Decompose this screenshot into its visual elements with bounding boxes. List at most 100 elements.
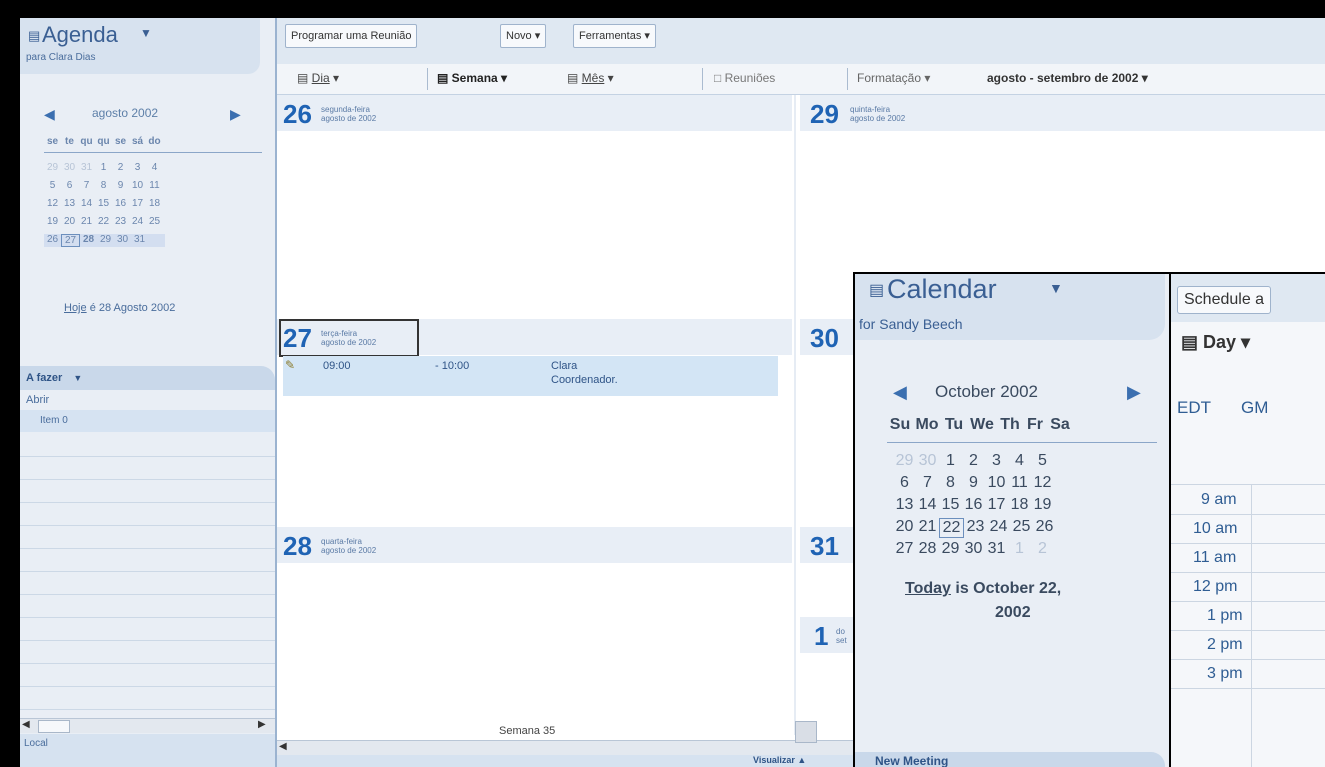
mini-day[interactable]: 7 [78,180,95,191]
mini-day[interactable]: 29 [939,540,962,558]
mini-day[interactable]: 29 [44,162,61,173]
todo-item[interactable]: Item 0 [20,410,275,432]
event-block[interactable]: ✎ 09:00 - 10:00 Clara Coordenador. [283,356,778,396]
time-slot[interactable]: 12 pm [1171,573,1325,602]
mini-day[interactable]: 10 [129,180,146,191]
format-menu[interactable]: Formatação ▾ [857,71,930,85]
mini-day[interactable] [148,234,165,247]
mini-day[interactable]: 8 [95,180,112,191]
mini-day[interactable]: 23 [112,216,129,227]
tab-meetings[interactable]: □ Reuniões [714,71,775,85]
mini-day[interactable]: 26 [1033,518,1056,538]
mini-day[interactable]: 2 [1031,540,1054,558]
scroll-thumb[interactable] [795,721,817,743]
tab-month[interactable]: ▤ Mês ▾ [567,71,614,85]
prev-month-icon[interactable]: ◀ [893,382,907,403]
mini-day[interactable]: 25 [1010,518,1033,538]
mini-day-selected[interactable]: 27 [61,234,80,247]
tools-button[interactable]: Ferramentas ▾ [573,24,656,48]
schedule-meeting-button[interactable]: Programar uma Reunião [285,24,418,48]
mini-day[interactable]: 16 [112,198,129,209]
tab-day[interactable]: ▤ Day ▾ [1181,332,1250,353]
bottom-section-header[interactable]: New Meeting [855,752,1165,767]
mini-day[interactable]: 14 [78,198,95,209]
mini-day[interactable]: 29 [97,234,114,247]
scroll-right-icon[interactable]: ▶ [258,719,266,730]
time-slot[interactable]: 11 am [1171,544,1325,573]
grid-hscroll[interactable]: ◀ [277,721,853,755]
mini-day[interactable]: 27 [893,540,916,558]
scroll-left-icon[interactable]: ◀ [22,719,30,730]
date-range[interactable]: agosto - setembro de 2002 ▾ [987,71,1148,85]
day-header-29[interactable]: 29 quinta-feira agosto de 2002 [800,95,1325,131]
time-slot[interactable]: 10 am [1171,515,1325,544]
mini-day[interactable]: 6 [61,180,78,191]
mini-day[interactable]: 22 [95,216,112,227]
mini-day[interactable]: 29 [893,452,916,470]
title-dropdown-icon[interactable]: ▼ [140,26,152,40]
mini-day[interactable]: 20 [893,518,916,538]
mini-day[interactable]: 2 [962,452,985,470]
mini-day[interactable]: 20 [61,216,78,227]
mini-day[interactable]: 10 [985,474,1008,492]
next-month-icon[interactable]: ▶ [1127,382,1141,403]
mini-day[interactable]: 5 [44,180,61,191]
mini-day[interactable]: 14 [916,496,939,514]
mini-day[interactable]: 30 [962,540,985,558]
mini-day[interactable]: 24 [987,518,1010,538]
mini-day[interactable]: 18 [1008,496,1031,514]
mini-day[interactable]: 19 [44,216,61,227]
mini-day[interactable]: 30 [61,162,78,173]
mini-day[interactable]: 31 [78,162,95,173]
mini-day[interactable]: 28 [916,540,939,558]
mini-day[interactable]: 31 [985,540,1008,558]
today-link[interactable]: Today [905,580,951,597]
day-header-28[interactable]: 28 quarta-feira agosto de 2002 [277,527,792,563]
time-slot[interactable]: 1 pm [1171,602,1325,631]
mini-day[interactable]: 13 [61,198,78,209]
mini-day[interactable]: 17 [129,198,146,209]
mini-day[interactable]: 1 [1008,540,1031,558]
mini-day-today[interactable]: 22 [939,518,964,538]
prev-month-icon[interactable]: ◀ [44,106,55,123]
mini-day[interactable]: 30 [916,452,939,470]
mini-day[interactable]: 21 [78,216,95,227]
next-month-icon[interactable]: ▶ [230,106,241,123]
time-slot[interactable]: 3 pm [1171,660,1325,689]
mini-day[interactable]: 12 [1031,474,1054,492]
mini-day[interactable]: 2 [112,162,129,173]
scroll-thumb[interactable] [38,720,70,733]
mini-day[interactable]: 31 [131,234,148,247]
mini-day[interactable]: 7 [916,474,939,492]
mini-day[interactable]: 23 [964,518,987,538]
tab-day[interactable]: ▤ Dia ▾ [297,71,339,85]
mini-day[interactable]: 19 [1031,496,1054,514]
time-slot[interactable]: 2 pm [1171,631,1325,660]
mini-day[interactable]: 15 [95,198,112,209]
mini-day[interactable]: 5 [1031,452,1054,470]
day-header-26[interactable]: 26 segunda-feira agosto de 2002 [277,95,792,131]
mini-day-today[interactable]: 28 [80,234,97,247]
sidebar-hscroll[interactable]: ◀ ▶ [20,718,275,733]
mini-day[interactable]: 25 [146,216,163,227]
mini-day[interactable]: 1 [95,162,112,173]
new-button[interactable]: Novo ▾ [500,24,547,48]
mini-day[interactable]: 1 [939,452,962,470]
scroll-left-icon[interactable]: ◀ [279,741,287,752]
mini-day[interactable]: 4 [1008,452,1031,470]
todo-header[interactable]: A fazer ▼ [20,366,275,390]
mini-day[interactable]: 12 [44,198,61,209]
view-link[interactable]: Visualizar ▲ [753,755,806,765]
mini-day[interactable]: 15 [939,496,962,514]
app-title[interactable]: Agenda [42,22,118,48]
mini-day[interactable]: 11 [1008,474,1031,492]
title-dropdown-icon[interactable]: ▼ [1049,280,1063,296]
mini-day[interactable]: 11 [146,180,163,191]
mini-day[interactable]: 18 [146,198,163,209]
todo-dropdown-icon[interactable]: ▼ [73,373,82,383]
mini-day[interactable]: 26 [44,234,61,247]
tab-week[interactable]: ▤ Semana ▾ [437,71,507,85]
today-link[interactable]: Hoje [64,302,87,314]
mini-day[interactable]: 16 [962,496,985,514]
time-slot[interactable]: 9 am [1171,486,1325,515]
